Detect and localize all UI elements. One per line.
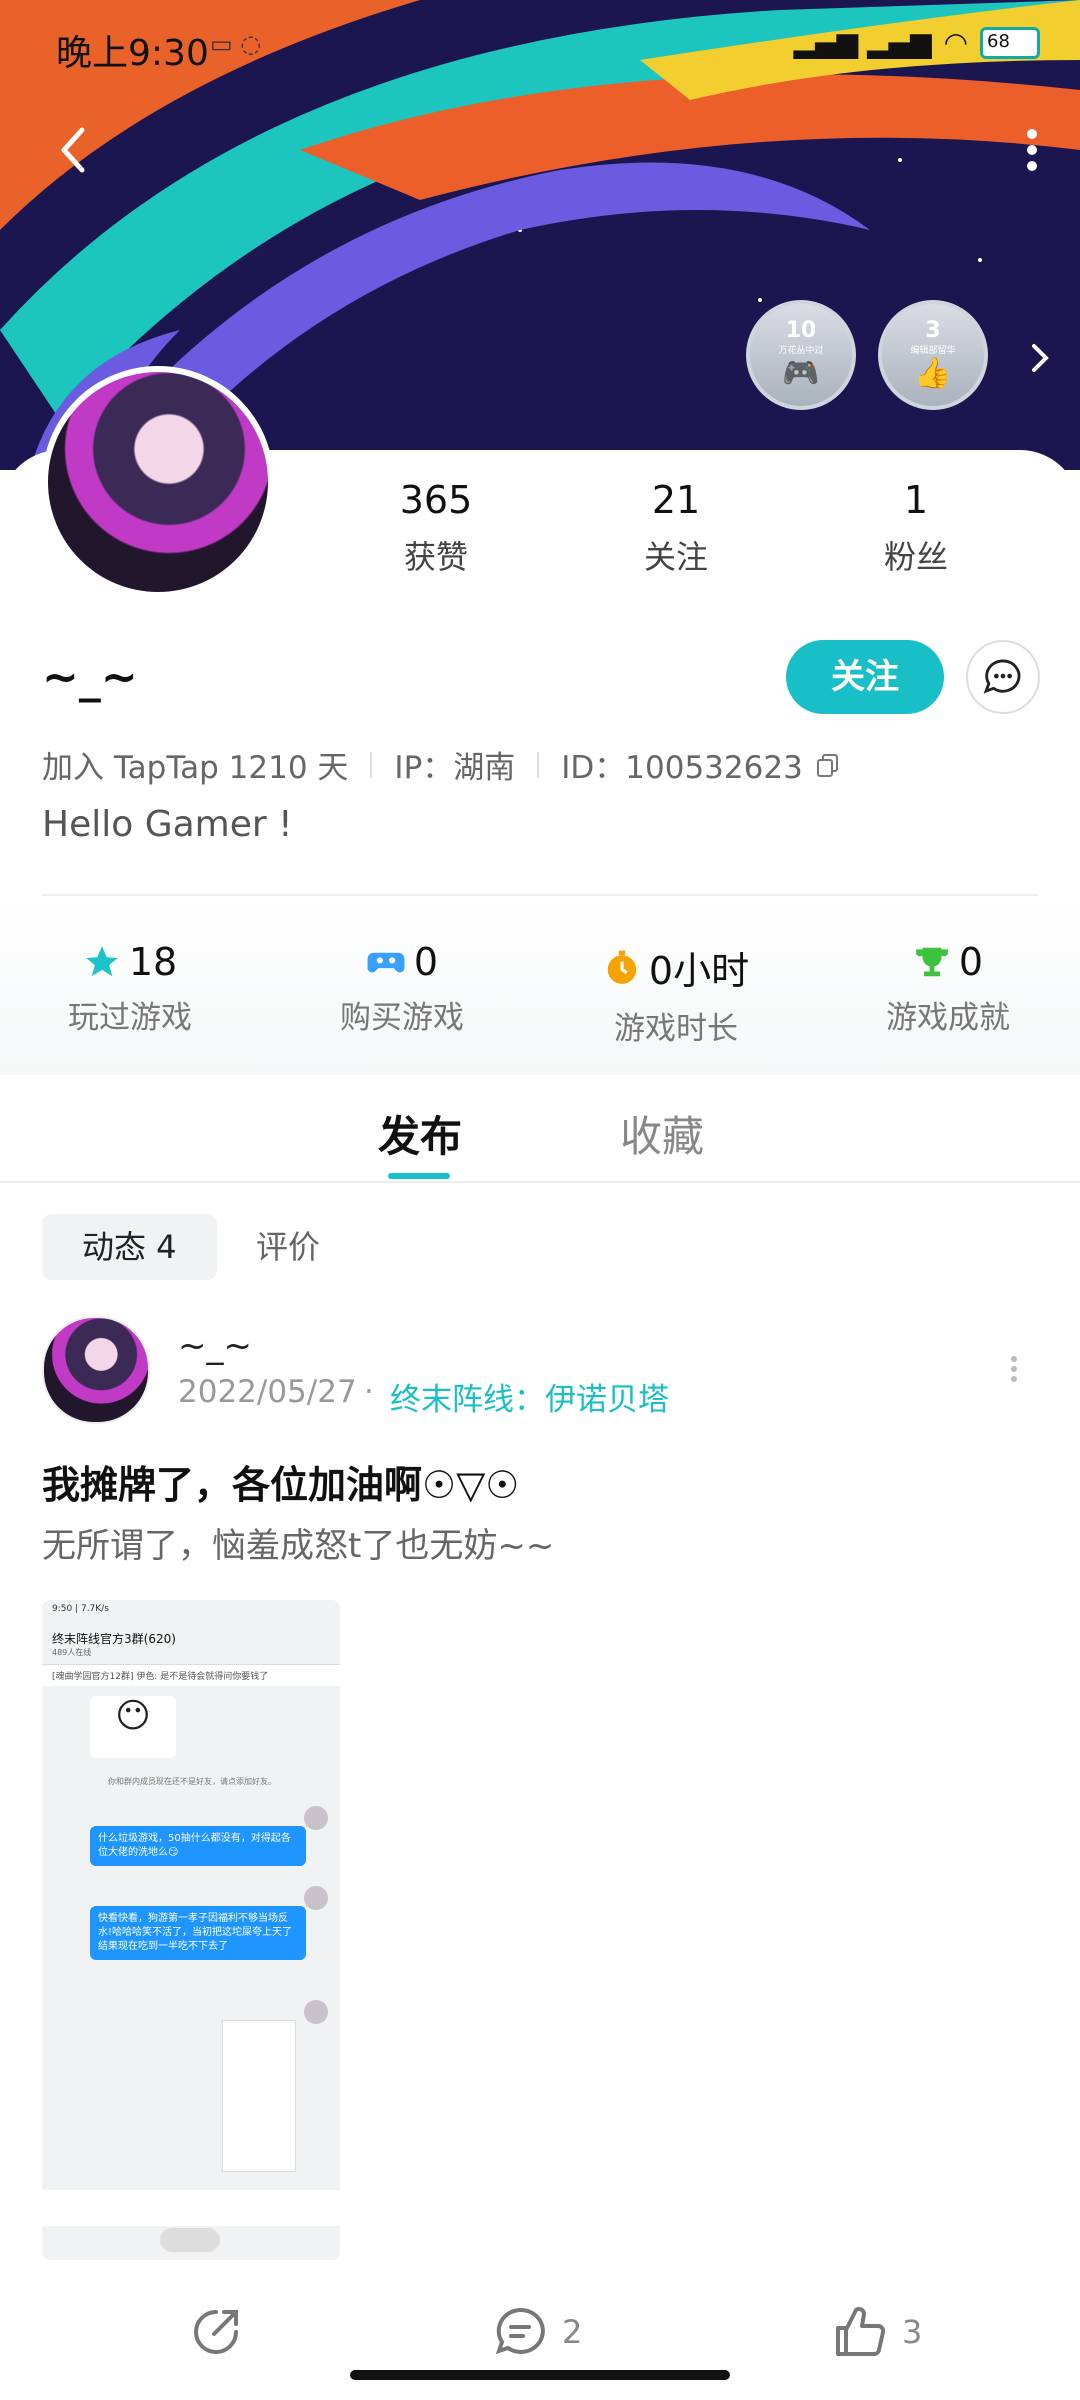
shot-avatar [304,1886,328,1910]
shot-avatar [304,2000,328,2024]
tab-favorites[interactable]: 收藏 [620,1103,704,1164]
like-button[interactable]: 3 [832,2304,922,2360]
comment-button[interactable]: 2 [492,2304,582,2360]
message-icon[interactable] [966,640,1040,714]
star-icon [85,946,118,977]
more-vertical-icon[interactable] [996,120,1056,180]
tab-indicator [388,1173,450,1179]
signal-icon: ▂▄▆ ▂▄▆ [793,26,932,59]
content-tabs: 发布 收藏 [0,1075,1080,1183]
share-button[interactable] [188,2304,244,2360]
stat-purchased-games[interactable]: 0 购买游戏 [292,940,512,1037]
post-text[interactable]: 无所谓了，恼羞成怒t了也无妨~~ [42,1518,554,1567]
post-author-avatar[interactable] [42,1316,150,1424]
back-arrow-icon[interactable] [48,120,108,180]
stopwatch-icon [607,950,637,984]
post-title[interactable]: 我摊牌了，各位加油啊☉▽☉ [42,1454,519,1509]
stat-following[interactable]: 21 关注 [596,478,756,578]
chat-bubble: 快看快看，狗游第一孝子因福利不够当场反水!哈哈哈笑不活了，当初把这坨屎夸上天了结… [90,1906,306,1960]
stat-played-games[interactable]: 18 玩过游戏 [20,940,240,1037]
like-count: 3 [902,2313,923,2351]
stat-followers[interactable]: 1 粉丝 [836,478,996,578]
post-more-icon[interactable] [1004,1354,1024,1384]
join-days: 加入 TapTap 1210 天 [42,750,349,786]
chat-bubble: 什么垃圾游戏，50抽什么都没有，对得起各位大佬的洗地么😏 [90,1826,306,1866]
tab-posts[interactable]: 发布 [378,1103,462,1164]
badge-achievement-2[interactable]: 3 编辑部留华 👍 [878,300,988,410]
thumbs-up-badge-icon: 👍 [914,356,952,391]
username: ~_~ [42,652,138,703]
stat-play-time[interactable]: 0小时 游戏时长 [566,940,786,1048]
shot-system-note: 你和群内成员现在还不是好友，请点添加好友。 [108,1777,276,1786]
comment-icon [495,2307,545,2355]
badge-achievement-1[interactable]: 10 万花丛中过 🎮 [746,300,856,410]
post-author-name[interactable]: ~_~ [178,1326,252,1366]
share-icon [194,2310,238,2354]
shot-avatar [304,1806,328,1830]
shot-notice: [魂曲学园官方12群] 伊色: 是不是待会就得问你要钱了 [42,1665,340,1686]
status-bar: 晚上9:30 ▭ ◌ ▂▄▆ ▂▄▆ ◠ 68 [0,0,1080,90]
subtab-moments[interactable]: 动态 4 [42,1214,217,1280]
chevron-right-icon[interactable] [1020,338,1060,378]
profile-meta: 加入 TapTap 1210 天 IP：湖南 ID：100532623 [42,742,841,787]
home-indicator [350,2370,730,2380]
battery-icon: 68 [980,26,1040,59]
gamepad-icon [367,952,405,973]
shot-status: 9:50 | 7.7K/s [52,1604,109,1614]
subtab-reviews[interactable]: 评价 [216,1214,360,1280]
meme-image: 😶 [90,1696,176,1758]
divider [537,751,540,778]
notification-icons: ▭ ◌ [210,30,262,58]
status-time: 晚上9:30 [56,33,209,74]
thumbs-up-icon [836,2307,886,2356]
gamepad-badge-icon: 🎮 [782,356,820,391]
ip-location: IP：湖南 [394,750,516,786]
wifi-icon: ◠ [943,26,968,59]
comment-count: 2 [562,2313,583,2351]
trophy-icon [916,947,948,977]
shot-home-key [160,2228,220,2252]
status-right: ▂▄▆ ▂▄▆ ◠ 68 [793,26,1040,59]
stat-achievements[interactable]: 0 游戏成就 [838,940,1058,1037]
nested-screenshot [222,2020,296,2172]
shot-input-bar [42,2190,340,2226]
stat-likes[interactable]: 365 获赞 [356,478,516,578]
post-actions: 2 3 [0,2270,1080,2400]
user-id: ID：100532623 [561,750,803,786]
post-date: 2022/05/27 [178,1374,357,1410]
meta-separator: · [364,1374,374,1410]
follow-button[interactable]: 关注 [786,640,944,714]
post-image[interactable]: 9:50 | 7.7K/s 终末阵线官方3群(620) 489人在线 [魂曲学园… [42,1600,340,2260]
section-divider [42,894,1038,896]
copy-icon[interactable] [815,752,841,778]
divider [370,751,373,778]
profile-avatar[interactable] [42,366,274,598]
post-game-link[interactable]: 终末阵线：伊诺贝塔 [390,1374,669,1419]
game-stats-row: 18 玩过游戏 0 购买游戏 0小时 游戏时长 0 游戏成就 [0,900,1080,1075]
shot-header: 终末阵线官方3群(620) 489人在线 [42,1630,340,1665]
profile-bio: Hello Gamer ! [42,804,293,845]
